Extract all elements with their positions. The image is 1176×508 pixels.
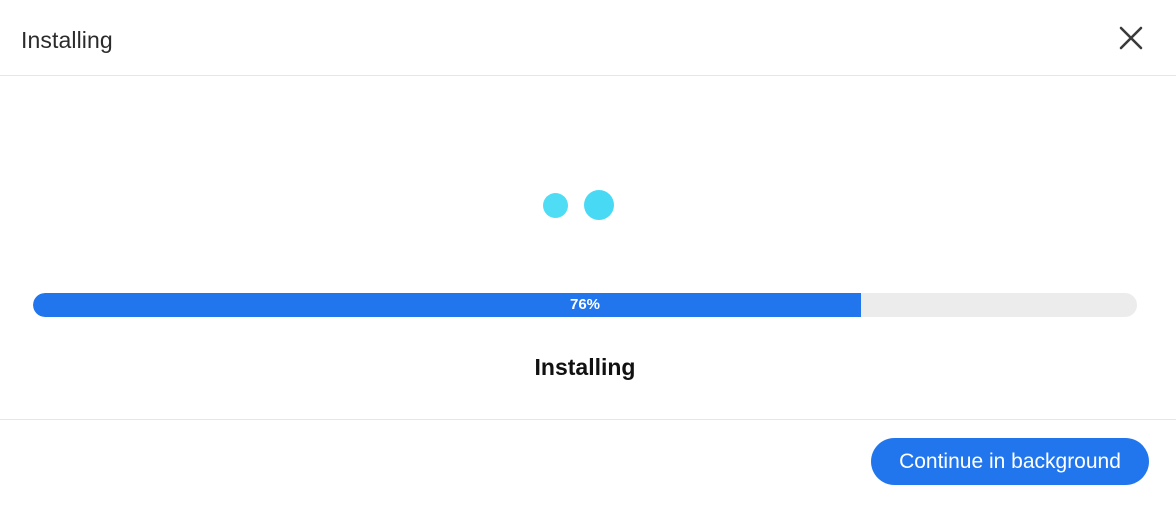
footer-divider — [0, 419, 1176, 420]
dialog-header: Installing — [0, 0, 1176, 76]
loader-dot — [543, 193, 568, 218]
close-button[interactable] — [1112, 21, 1150, 59]
progress-percent-label: 76% — [569, 296, 601, 313]
status-text: Installing — [534, 354, 636, 380]
close-icon — [1119, 26, 1143, 55]
loading-dots-icon — [530, 186, 630, 226]
dialog-title: Installing — [21, 27, 113, 53]
progress-bar: 76% — [33, 293, 1137, 317]
install-dialog: Installing 76% Installing Continue in ba… — [0, 0, 1176, 508]
continue-in-background-button[interactable]: Continue in background — [871, 438, 1149, 485]
loader-dot — [584, 190, 614, 220]
